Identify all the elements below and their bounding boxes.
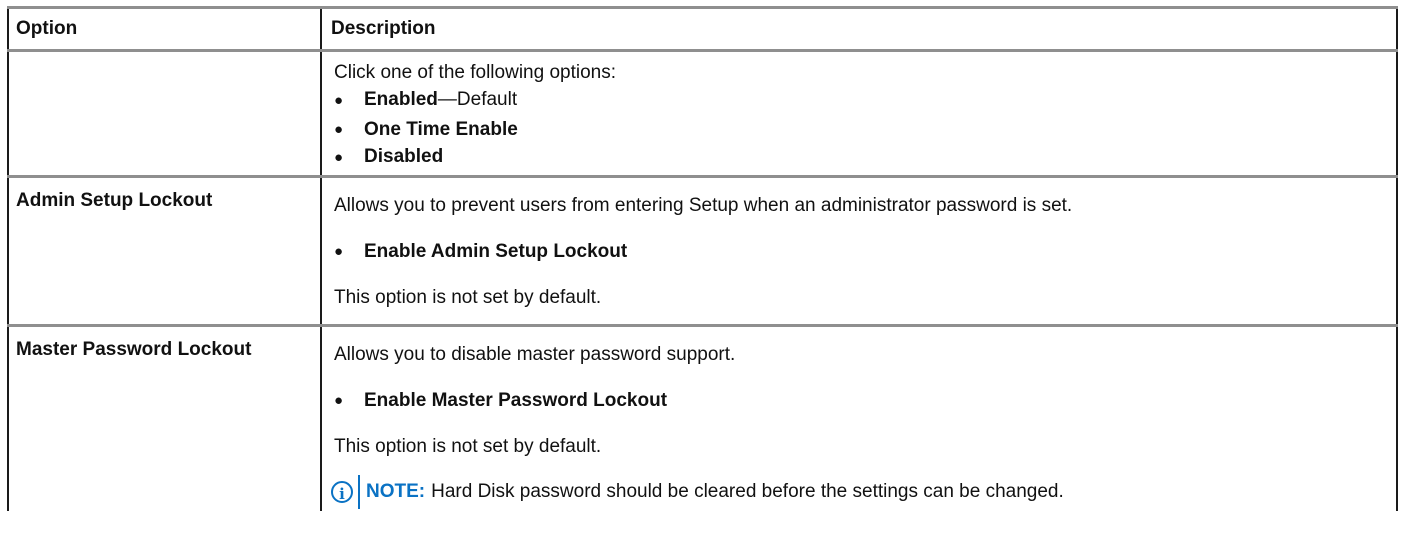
description-footer: This option is not set by default. — [334, 436, 602, 457]
list-item: ● One Time Enable — [334, 114, 1396, 146]
note-divider — [358, 475, 360, 509]
description-intro: Click one of the following options: — [334, 62, 616, 83]
note-label: NOTE: — [366, 481, 426, 502]
info-icon: i — [331, 481, 353, 503]
description-intro: Allows you to prevent users from enterin… — [334, 195, 1073, 216]
list-item-bold: One Time Enable — [364, 119, 518, 140]
list-item-rest: —Default — [437, 89, 518, 110]
list-item: ● Enabled —Default — [334, 89, 1396, 114]
list-item: ● Disabled — [334, 146, 1396, 168]
description-cell: Allows you to prevent users from enterin… — [320, 176, 1398, 327]
description-footer: This option is not set by default. — [334, 287, 602, 308]
list-item: ● Enable Master Password Lockout — [334, 390, 1396, 436]
table-row: Master Password Lockout Allows you to di… — [7, 325, 1398, 511]
description-intro: Allows you to disable master password su… — [334, 344, 736, 365]
list-item: ● Enable Admin Setup Lockout — [334, 241, 1396, 287]
bullet-icon: ● — [334, 121, 344, 138]
bullet-icon: ● — [334, 149, 344, 166]
option-cell — [7, 50, 322, 178]
option-cell: Admin Setup Lockout — [7, 176, 322, 327]
table-row: Click one of the following options: ● En… — [7, 50, 1398, 178]
note-callout: i NOTE: Hard Disk password should be cle… — [331, 474, 1396, 510]
list-item-bold: Enable Master Password Lockout — [364, 390, 668, 411]
bullet-icon: ● — [334, 392, 344, 409]
list-item-bold: Enabled — [364, 89, 438, 110]
description-cell: Click one of the following options: ● En… — [320, 50, 1398, 178]
header-option: Option — [7, 6, 322, 52]
bullet-icon: ● — [334, 243, 344, 260]
list-item-bold: Disabled — [364, 146, 444, 167]
bios-options-table: Option Description Click one of the foll… — [7, 6, 1398, 511]
bullet-icon: ● — [334, 92, 344, 109]
page: Option Description Click one of the foll… — [0, 0, 1402, 559]
description-cell: Allows you to disable master password su… — [320, 325, 1398, 511]
table-row: Admin Setup Lockout Allows you to preven… — [7, 176, 1398, 327]
note-text: Hard Disk password should be cleared bef… — [431, 481, 1064, 502]
table-header-row: Option Description — [7, 6, 1398, 52]
list-item-bold: Enable Admin Setup Lockout — [364, 241, 628, 262]
option-cell: Master Password Lockout — [7, 325, 322, 511]
header-description: Description — [320, 6, 1398, 52]
